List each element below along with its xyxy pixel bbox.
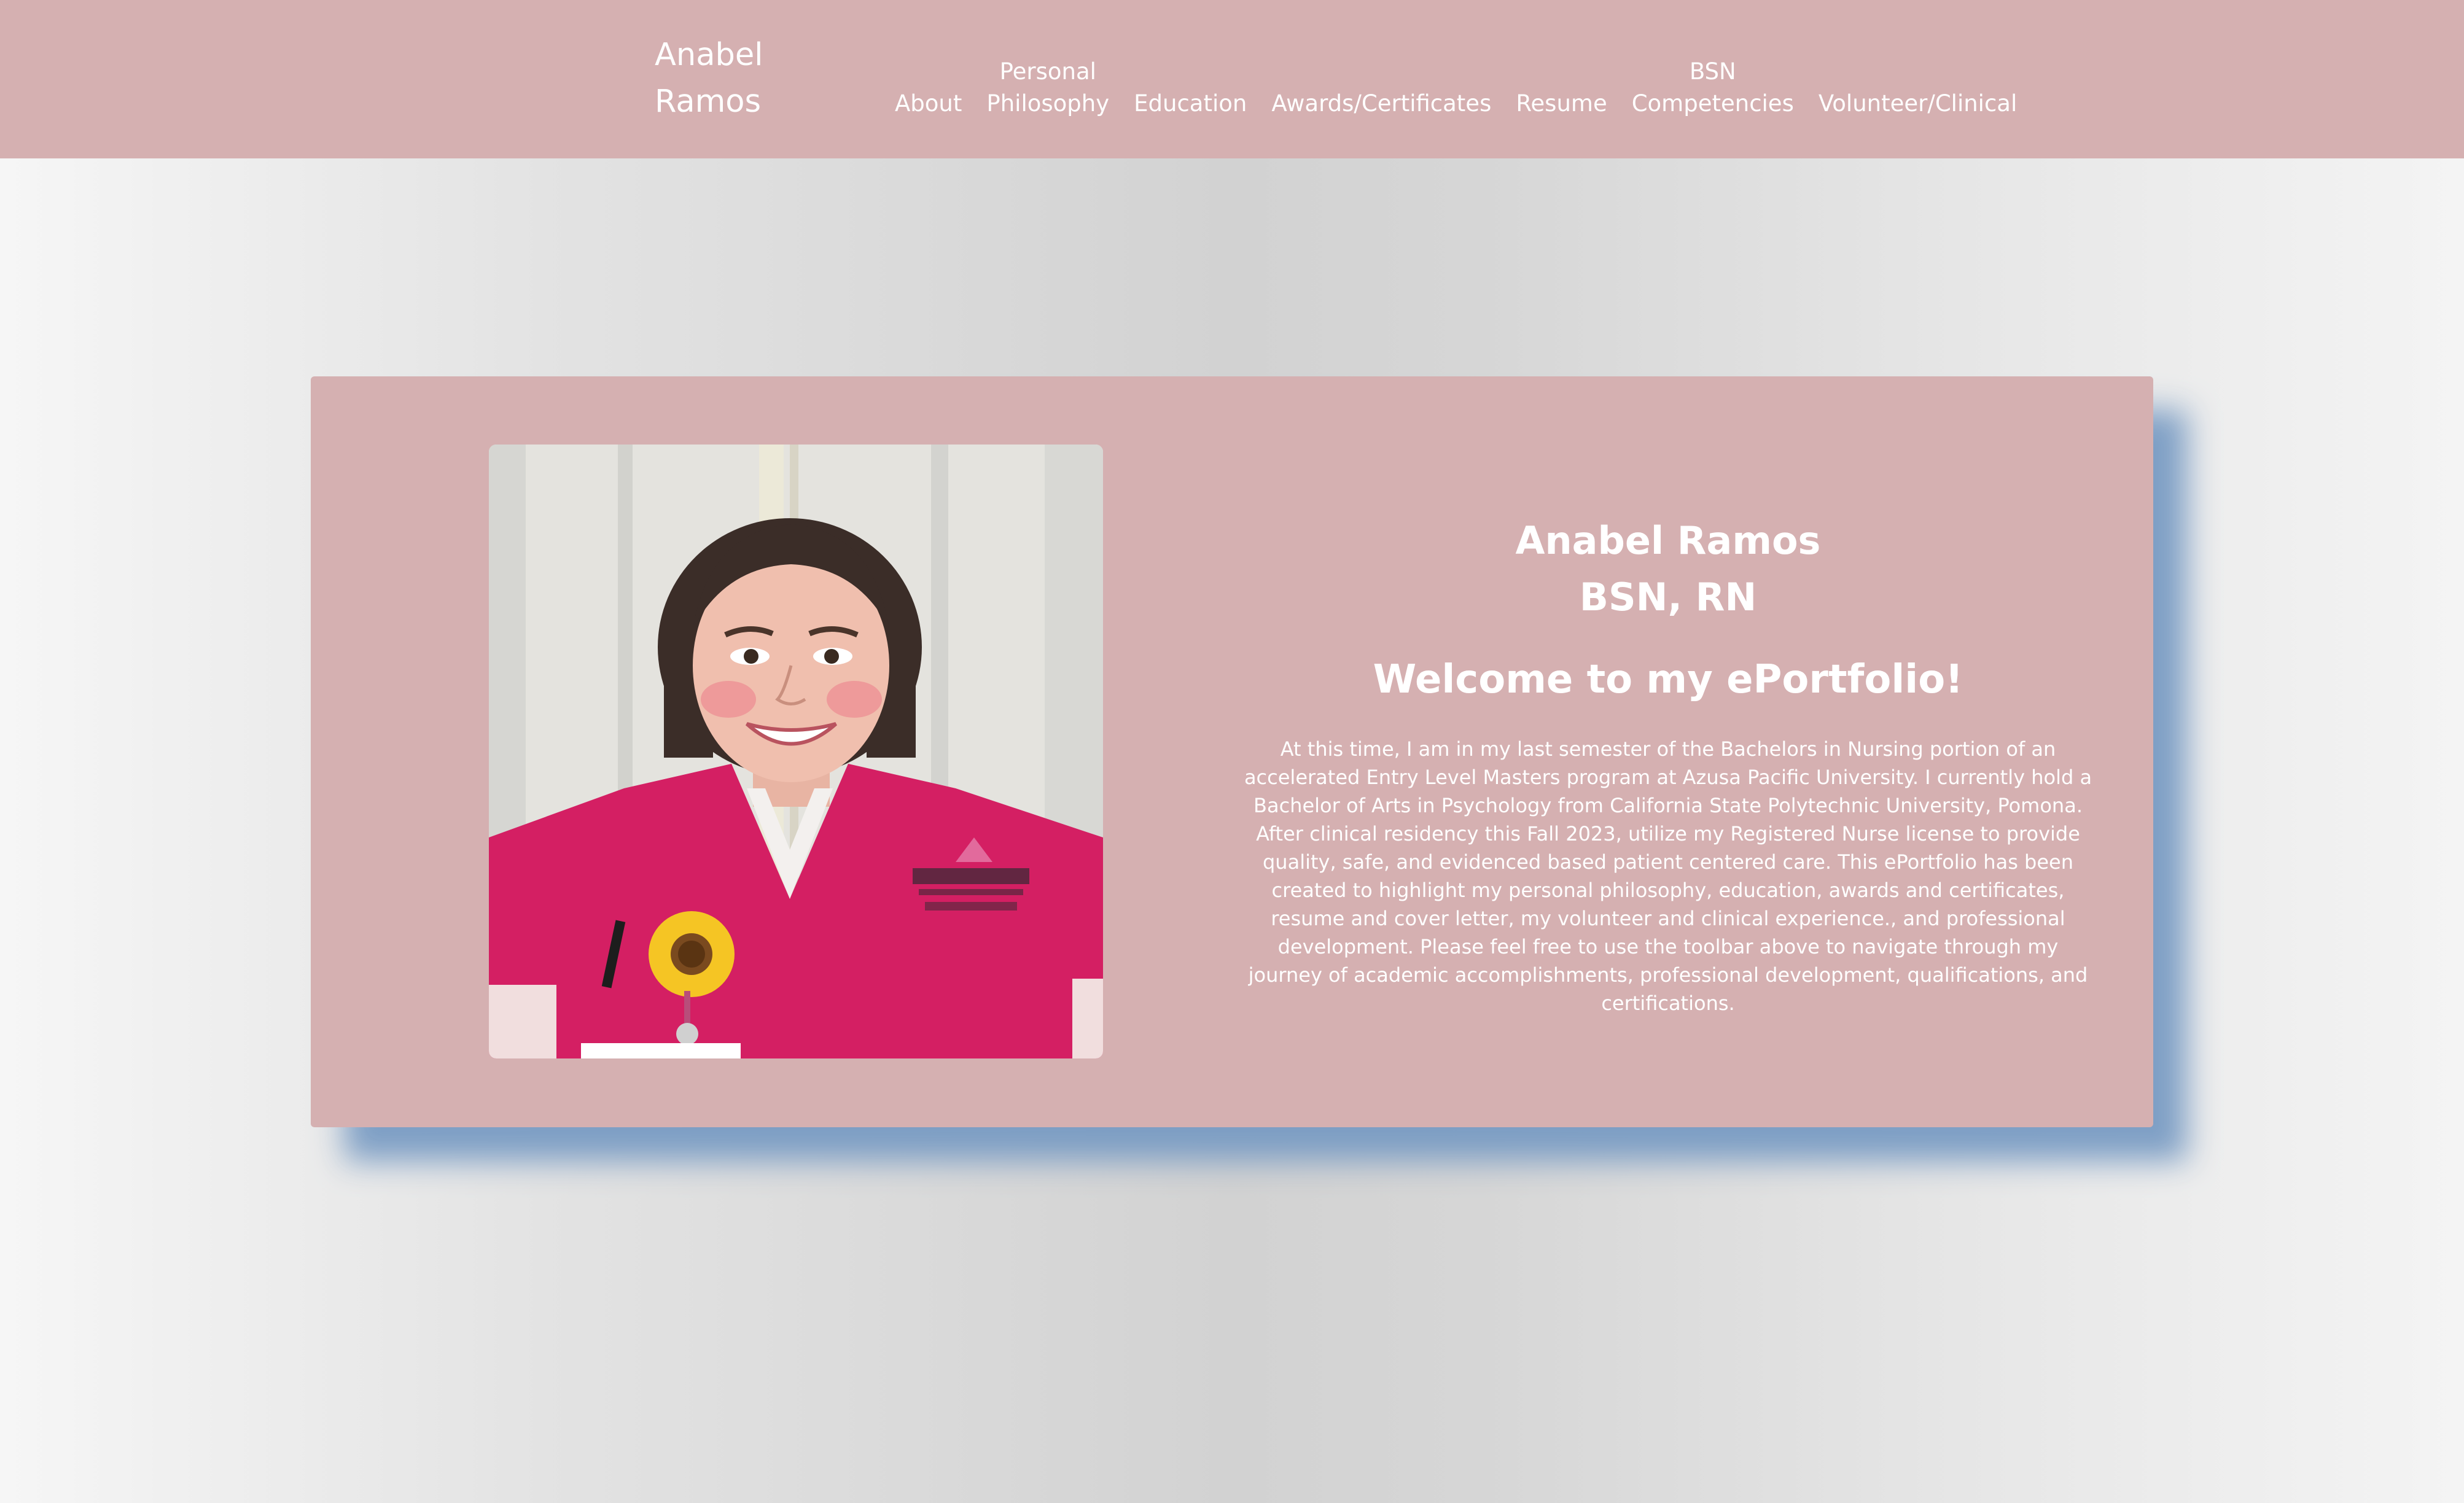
welcome-heading: Welcome to my ePortfolio! bbox=[1373, 657, 1963, 702]
nav-item-bsn-competencies[interactable]: BSN Competencies bbox=[1620, 56, 1806, 120]
nav-item-bsn-competencies-label-2[interactable]: Competencies bbox=[1632, 88, 1794, 120]
site-title-first[interactable]: Anabel bbox=[655, 32, 802, 79]
site-title-last[interactable]: Ramos bbox=[655, 79, 802, 125]
nav-item-bsn-competencies-label-1[interactable]: BSN bbox=[1632, 56, 1794, 88]
nav-item-personal-philosophy[interactable]: Personal Philosophy bbox=[974, 56, 1121, 120]
nav-item-volunteer-label[interactable]: Volunteer/Clinical bbox=[1819, 88, 2017, 120]
hero-text: Anabel Ramos BSN, RN Welcome to my ePort… bbox=[1238, 513, 2098, 1017]
nav-item-education[interactable]: Education bbox=[1121, 88, 1259, 120]
site-title[interactable]: Anabel Ramos bbox=[655, 32, 802, 125]
nav-item-personal-philosophy-label-1[interactable]: Personal bbox=[986, 56, 1109, 88]
nav-item-resume[interactable]: Resume bbox=[1503, 88, 1619, 120]
nav-item-education-label[interactable]: Education bbox=[1134, 88, 1247, 120]
nav-item-personal-philosophy-label-2[interactable]: Philosophy bbox=[986, 88, 1109, 120]
hero-credentials: BSN, RN bbox=[1579, 575, 1757, 619]
nav-item-resume-label[interactable]: Resume bbox=[1516, 88, 1607, 120]
site-header: Anabel Ramos About Personal Philosophy E… bbox=[0, 0, 2464, 158]
hero-name: Anabel Ramos bbox=[1515, 518, 1821, 563]
hero-card: Anabel Ramos BSN, RN Welcome to my ePort… bbox=[311, 376, 2153, 1127]
main-nav: About Personal Philosophy Education Awar… bbox=[883, 46, 2029, 120]
nav-item-awards-label[interactable]: Awards/Certificates bbox=[1271, 88, 1491, 120]
intro-paragraph: At this time, I am in my last semester o… bbox=[1244, 737, 2092, 1015]
nav-item-volunteer-clinical[interactable]: Volunteer/Clinical bbox=[1806, 88, 2029, 120]
profile-photo bbox=[489, 445, 1103, 1058]
nav-item-about[interactable]: About bbox=[883, 88, 974, 120]
nav-item-about-label[interactable]: About bbox=[895, 88, 962, 120]
nav-item-awards-certificates[interactable]: Awards/Certificates bbox=[1259, 88, 1503, 120]
